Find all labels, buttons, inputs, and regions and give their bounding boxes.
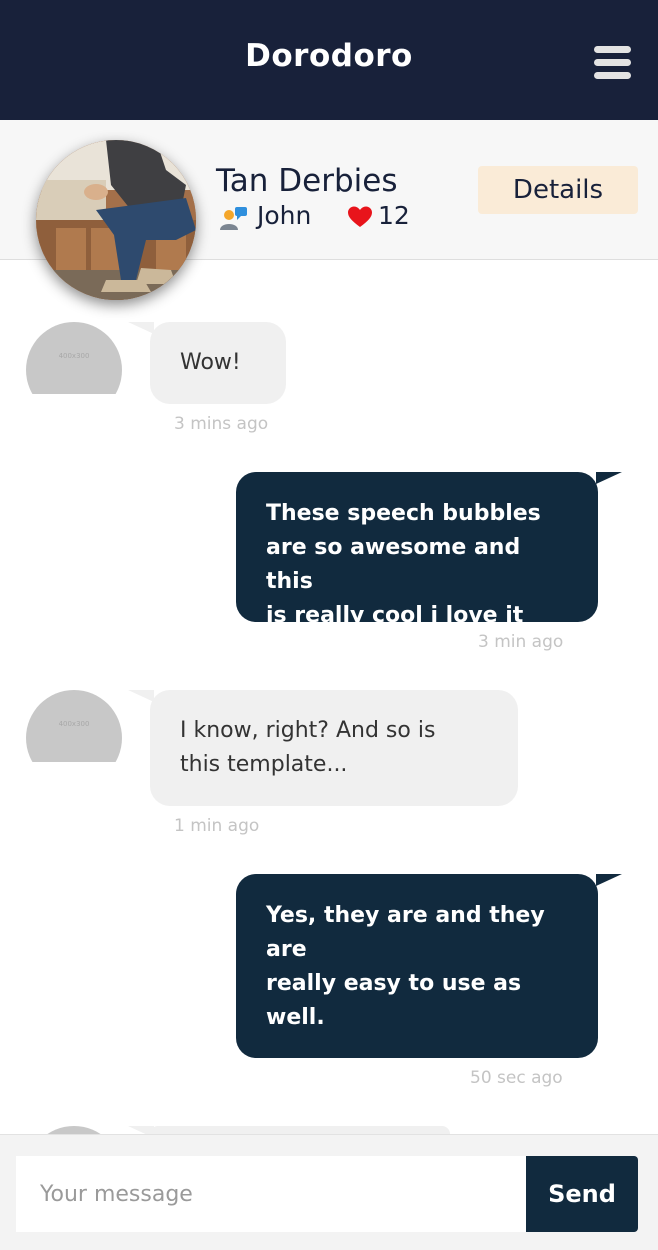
message-timestamp: 3 mins ago (174, 414, 269, 434)
profile-name: Tan Derbies (216, 163, 398, 199)
message-bubble-incoming: Wow! (150, 322, 286, 404)
details-button[interactable]: Details (478, 166, 638, 214)
heart-icon (348, 206, 372, 227)
bubble-tail (128, 322, 154, 334)
like-count: 12 (378, 201, 410, 230)
message-timestamp: 3 min ago (478, 632, 564, 652)
hamburger-menu-icon[interactable] (594, 46, 632, 80)
sender-avatar: 400x300 (26, 690, 122, 762)
bubble-tail (596, 472, 622, 484)
profile-user: John (257, 201, 312, 230)
bubble-tail (596, 874, 622, 886)
message-text-line: this template... (180, 752, 348, 777)
message-text-line: I know, right? And so is (180, 718, 436, 743)
people-icon (220, 207, 247, 230)
message-bubble-incoming: I know, right? And so is this template..… (150, 690, 518, 806)
message-bubble-outgoing: These speech bubbles are so awesome and … (236, 472, 598, 628)
message-text-line: is really cool i love it (266, 603, 524, 628)
sender-avatar (26, 1126, 122, 1134)
message-text-line: well. (266, 1005, 325, 1030)
bubble-tail (128, 690, 154, 702)
message-text-line: are so awesome and this (266, 535, 521, 594)
top-bar: Dorodoro (0, 0, 658, 120)
message-text: Wow! (180, 350, 241, 375)
message-text-line: These speech bubbles (266, 501, 541, 526)
message-timestamp: 1 min ago (174, 816, 260, 836)
message-text-line: Yes, they are and they (266, 903, 545, 928)
message-timestamp: 50 sec ago (470, 1068, 563, 1088)
app-title: Dorodoro (245, 38, 413, 74)
sender-avatar: 400x300 (26, 322, 122, 394)
message-bubble-outgoing: Yes, they are and they are really easy t… (236, 874, 598, 1058)
message-text-line: are (266, 937, 307, 962)
message-input[interactable] (16, 1156, 526, 1232)
send-button[interactable]: Send (526, 1156, 638, 1232)
profile-avatar[interactable] (36, 140, 196, 300)
message-text-line: really easy to use as (266, 971, 522, 996)
message-bubble-incoming (150, 1126, 450, 1134)
